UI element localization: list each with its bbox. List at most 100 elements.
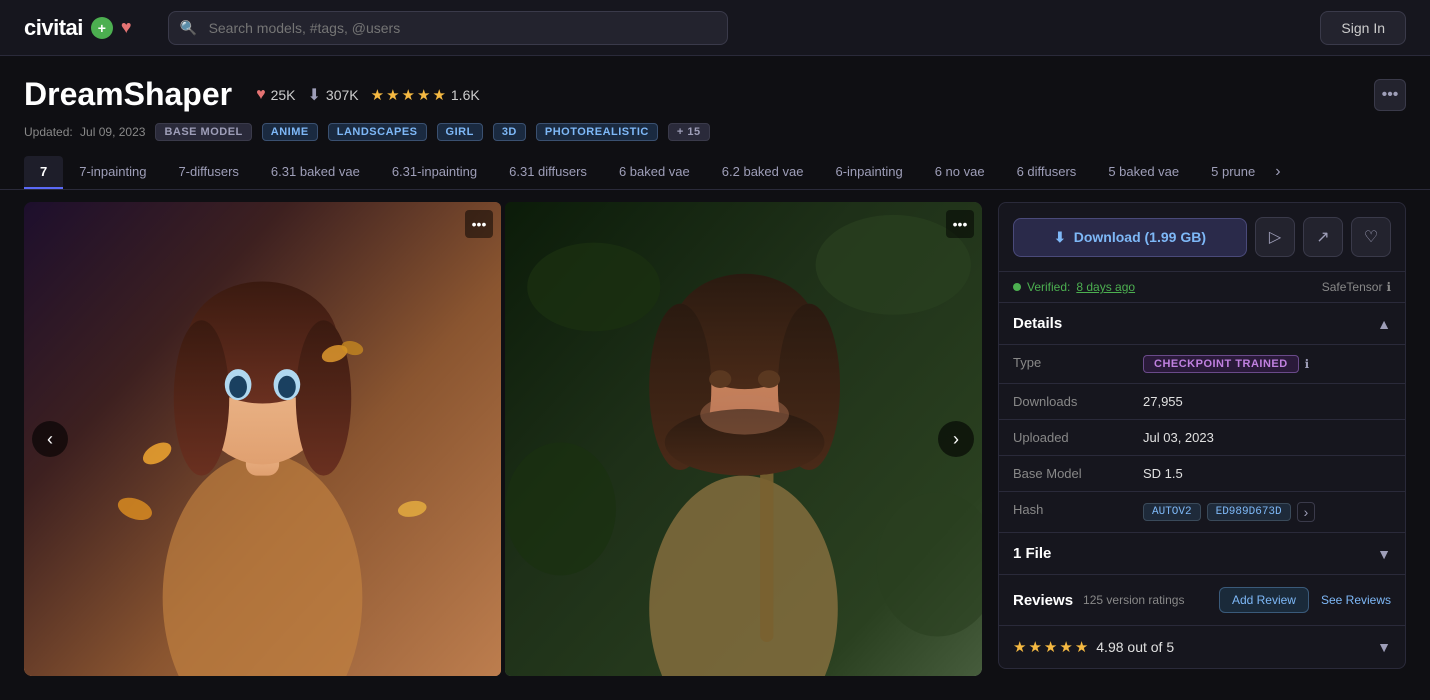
tab-version-631-diffusers[interactable]: 6.31 diffusers <box>493 156 603 189</box>
reviews-rating-count: 125 version ratings <box>1083 593 1184 607</box>
model-title-row: DreamShaper ♥ 25K ⬇ 307K ★ ★ ★ ★ ★ 1.6K <box>24 76 1406 113</box>
tab-version-6-no-vae[interactable]: 6 no vae <box>919 156 1001 189</box>
tag-3d[interactable]: 3D <box>493 123 526 141</box>
reviews-actions: Add Review See Reviews <box>1219 587 1391 613</box>
star-1: ★ <box>371 86 384 104</box>
details-section: Details ▲ Type CHECKPOINT TRAINED ℹ Down… <box>998 303 1406 533</box>
side-panel: ⬇ Download (1.99 GB) ▷ ↗ ♡ Verified: 8 d… <box>998 190 1406 676</box>
tag-more[interactable]: + 15 <box>668 123 710 141</box>
tabs-arrow-right[interactable]: › <box>1271 155 1284 189</box>
detail-label-hash: Hash <box>999 492 1129 532</box>
verified-label: Verified: <box>1027 280 1070 294</box>
download-btn-label: Download (1.99 GB) <box>1074 229 1206 245</box>
search-bar: 🔍 <box>168 11 728 45</box>
heart-icon: ♥ <box>256 86 266 104</box>
logo-plus-icon[interactable]: + <box>91 17 113 39</box>
tab-version-6-baked-vae[interactable]: 6 baked vae <box>603 156 706 189</box>
tab-version-5-prune[interactable]: 5 prune <box>1195 156 1271 189</box>
verified-dot <box>1013 283 1021 291</box>
verified-date[interactable]: 8 days ago <box>1076 280 1135 294</box>
tab-version-5-baked-vae[interactable]: 5 baked vae <box>1092 156 1195 189</box>
detail-value-type: CHECKPOINT TRAINED ℹ <box>1129 345 1323 383</box>
more-icon: ••• <box>1382 86 1399 104</box>
review-star-1: ★ <box>1013 638 1026 656</box>
tab-version-6-inpainting[interactable]: 6-inpainting <box>819 156 918 189</box>
more-options-button[interactable]: ••• <box>1374 79 1406 111</box>
checkpoint-info-icon[interactable]: ℹ <box>1305 357 1310 371</box>
detail-value-hash: AUTOV2 ED989D673D › <box>1129 492 1329 532</box>
see-reviews-link[interactable]: See Reviews <box>1321 593 1391 607</box>
detail-row-base-model: Base Model SD 1.5 <box>999 456 1405 492</box>
model-meta: Updated: Jul 09, 2023 BASE MODEL ANIME L… <box>24 123 1406 141</box>
gallery-prev-button[interactable]: ‹ <box>32 421 68 457</box>
gallery-image-1: ••• <box>24 202 501 676</box>
send-icon: ▷ <box>1269 227 1281 247</box>
gallery-next-button[interactable]: › <box>938 421 974 457</box>
add-review-button[interactable]: Add Review <box>1219 587 1309 613</box>
version-tabs: 7 7-inpainting 7-diffusers 6.31 baked va… <box>0 155 1430 190</box>
logo-heart-icon[interactable]: ♥ <box>121 17 132 38</box>
hash-type-badge: AUTOV2 <box>1143 503 1201 521</box>
sign-in-button[interactable]: Sign In <box>1320 11 1406 45</box>
verified-badge: Verified: 8 days ago <box>1013 280 1135 294</box>
tag-girl[interactable]: GIRL <box>437 123 483 141</box>
downloads-stat: ⬇ 307K <box>308 85 359 105</box>
star-3: ★ <box>402 86 415 104</box>
rating-stat: ★ ★ ★ ★ ★ 1.6K <box>371 86 480 104</box>
search-icon: 🔍 <box>180 19 197 36</box>
download-button[interactable]: ⬇ Download (1.99 GB) <box>1013 218 1247 257</box>
tab-version-7-inpainting[interactable]: 7-inpainting <box>63 156 162 189</box>
reviews-title: Reviews <box>1013 592 1073 609</box>
detail-row-downloads: Downloads 27,955 <box>999 384 1405 420</box>
tab-version-631-baked-vae[interactable]: 6.31 baked vae <box>255 156 376 189</box>
share-icon: ↗ <box>1316 227 1329 247</box>
detail-label-downloads: Downloads <box>999 384 1129 419</box>
tag-landscapes[interactable]: LANDSCAPES <box>328 123 427 141</box>
detail-row-uploaded: Uploaded Jul 03, 2023 <box>999 420 1405 456</box>
file-section-header[interactable]: 1 File ▼ <box>999 533 1405 574</box>
details-chevron-icon: ▲ <box>1377 316 1391 332</box>
star-5: ★ <box>432 86 445 104</box>
detail-row-hash: Hash AUTOV2 ED989D673D › <box>999 492 1405 532</box>
tab-version-631-inpainting[interactable]: 6.31-inpainting <box>376 156 493 189</box>
file-section-chevron-icon: ▼ <box>1377 546 1391 562</box>
gallery-image-1-menu[interactable]: ••• <box>465 210 493 238</box>
model-title: DreamShaper <box>24 76 232 113</box>
share-button[interactable]: ↗ <box>1303 217 1343 257</box>
tag-anime[interactable]: ANIME <box>262 123 318 141</box>
save-button[interactable]: ♡ <box>1351 217 1391 257</box>
file-section-title: 1 File <box>1013 545 1051 562</box>
logo: civitai + ♥ <box>24 15 132 41</box>
detail-value-uploaded: Jul 03, 2023 <box>1129 420 1228 455</box>
review-star-2: ★ <box>1028 638 1041 656</box>
download-btn-icon: ⬇ <box>1054 229 1066 246</box>
star-4: ★ <box>417 86 430 104</box>
detail-value-downloads: 27,955 <box>1129 384 1197 419</box>
main-content: ‹ <box>0 190 1430 700</box>
reviews-header: Reviews 125 version ratings Add Review S… <box>999 575 1405 626</box>
tag-photorealistic[interactable]: PHOTOREALISTIC <box>536 123 658 141</box>
tab-version-6-diffusers[interactable]: 6 diffusers <box>1001 156 1093 189</box>
stars-row: ★ ★ ★ ★ ★ <box>371 86 446 104</box>
reviews-score-row: ★ ★ ★ ★ ★ 4.98 out of 5 ▼ <box>999 626 1405 668</box>
reviews-title-wrap: Reviews 125 version ratings <box>1013 592 1184 609</box>
tab-version-62-baked-vae[interactable]: 6.2 baked vae <box>706 156 820 189</box>
tag-base-model[interactable]: BASE MODEL <box>155 123 251 141</box>
reviews-chevron-icon[interactable]: ▼ <box>1377 639 1391 655</box>
gallery-image-2-menu[interactable]: ••• <box>946 210 974 238</box>
details-header[interactable]: Details ▲ <box>999 303 1405 345</box>
tab-version-7-diffusers[interactable]: 7-diffusers <box>162 156 254 189</box>
send-button[interactable]: ▷ <box>1255 217 1295 257</box>
hash-copy-button[interactable]: › <box>1297 502 1316 522</box>
logo-text[interactable]: civitai <box>24 15 83 41</box>
likes-count: 25K <box>271 87 296 103</box>
tab-version-7[interactable]: 7 <box>24 156 63 189</box>
search-input[interactable] <box>168 11 728 45</box>
detail-row-type: Type CHECKPOINT TRAINED ℹ <box>999 345 1405 384</box>
safe-tensor-info-icon[interactable]: ℹ <box>1386 280 1391 294</box>
likes-stat: ♥ 25K <box>256 86 295 104</box>
detail-table: Type CHECKPOINT TRAINED ℹ Downloads 27,9… <box>999 345 1405 532</box>
download-section: ⬇ Download (1.99 GB) ▷ ↗ ♡ <box>998 202 1406 272</box>
downloads-count: 307K <box>326 87 359 103</box>
model-header: DreamShaper ♥ 25K ⬇ 307K ★ ★ ★ ★ ★ 1.6K <box>0 56 1430 141</box>
